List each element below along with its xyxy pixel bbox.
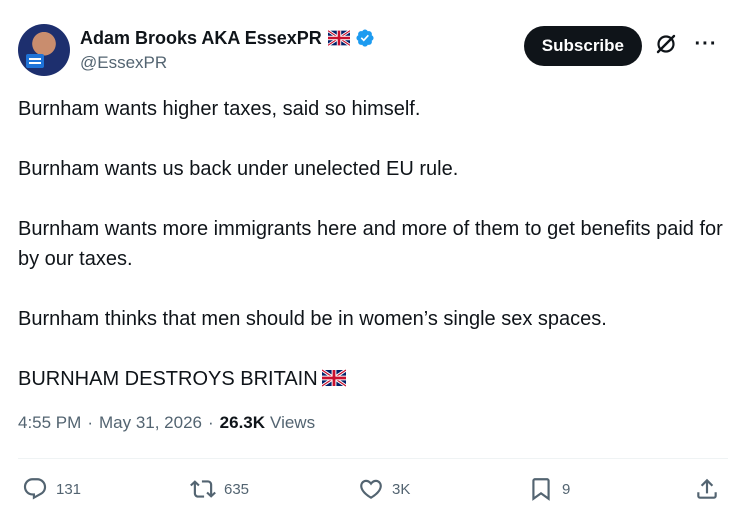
avatar[interactable] <box>18 24 70 76</box>
tweet-time[interactable]: 4:55 PM <box>18 413 81 433</box>
author-handle[interactable]: @EssexPR <box>80 53 375 73</box>
tweet-paragraph: Burnham thinks that men should be in wom… <box>18 308 607 330</box>
tweet-paragraph: Burnham wants higher taxes, said so hims… <box>18 98 421 120</box>
like-button[interactable]: 3K <box>358 474 410 504</box>
tweet-paragraph: BURNHAM DESTROYS BRITAIN <box>18 368 318 390</box>
heart-icon <box>360 479 382 499</box>
display-name[interactable]: Adam Brooks AKA EssexPR <box>80 28 322 49</box>
share-button[interactable] <box>694 474 720 504</box>
meta-separator: · <box>208 413 214 432</box>
avatar-logo <box>26 54 44 68</box>
verified-badge-icon[interactable] <box>355 28 375 48</box>
tweet-paragraph: Burnham wants more immigrants here and m… <box>18 218 723 270</box>
like-count: 3K <box>392 480 411 498</box>
tweet-paragraph: Burnham wants us back under unelected EU… <box>18 158 459 180</box>
repost-count: 635 <box>224 480 250 498</box>
reply-icon <box>23 478 47 500</box>
divider <box>18 458 728 459</box>
tweet-header: Adam Brooks AKA EssexPR @EssexPR Subscri… <box>18 24 730 76</box>
action-bar: 131 635 3K 9 <box>22 474 728 504</box>
tweet-meta: 4:55 PM · May 31, 2026 · 26.3K Views <box>18 413 315 433</box>
tweet-date[interactable]: May 31, 2026 <box>99 413 202 433</box>
views-count: 26.3K <box>219 413 266 432</box>
bookmark-count: 9 <box>562 480 571 498</box>
reply-button[interactable]: 131 <box>22 474 81 504</box>
share-icon <box>697 478 717 499</box>
tweet-last-paragraph: BURNHAM DESTROYS BRITAIN <box>18 364 728 394</box>
bookmark-icon <box>532 478 550 501</box>
repost-icon <box>190 480 216 498</box>
views-label: Views <box>270 413 316 432</box>
display-name-row: Adam Brooks AKA EssexPR <box>80 26 375 50</box>
uk-flag-icon <box>321 369 346 387</box>
bookmark-button[interactable]: 9 <box>528 474 570 504</box>
subscribe-button[interactable]: Subscribe <box>523 26 642 66</box>
reply-count: 131 <box>56 480 82 498</box>
uk-flag-icon <box>327 30 350 46</box>
grok-icon[interactable] <box>654 32 678 56</box>
tweet-text: Burnham wants higher taxes, said so hims… <box>18 94 728 424</box>
author-block: Adam Brooks AKA EssexPR @EssexPR <box>80 26 375 73</box>
repost-button[interactable]: 635 <box>190 474 249 504</box>
more-options-icon[interactable]: ··· <box>692 30 720 58</box>
meta-separator: · <box>87 413 93 432</box>
